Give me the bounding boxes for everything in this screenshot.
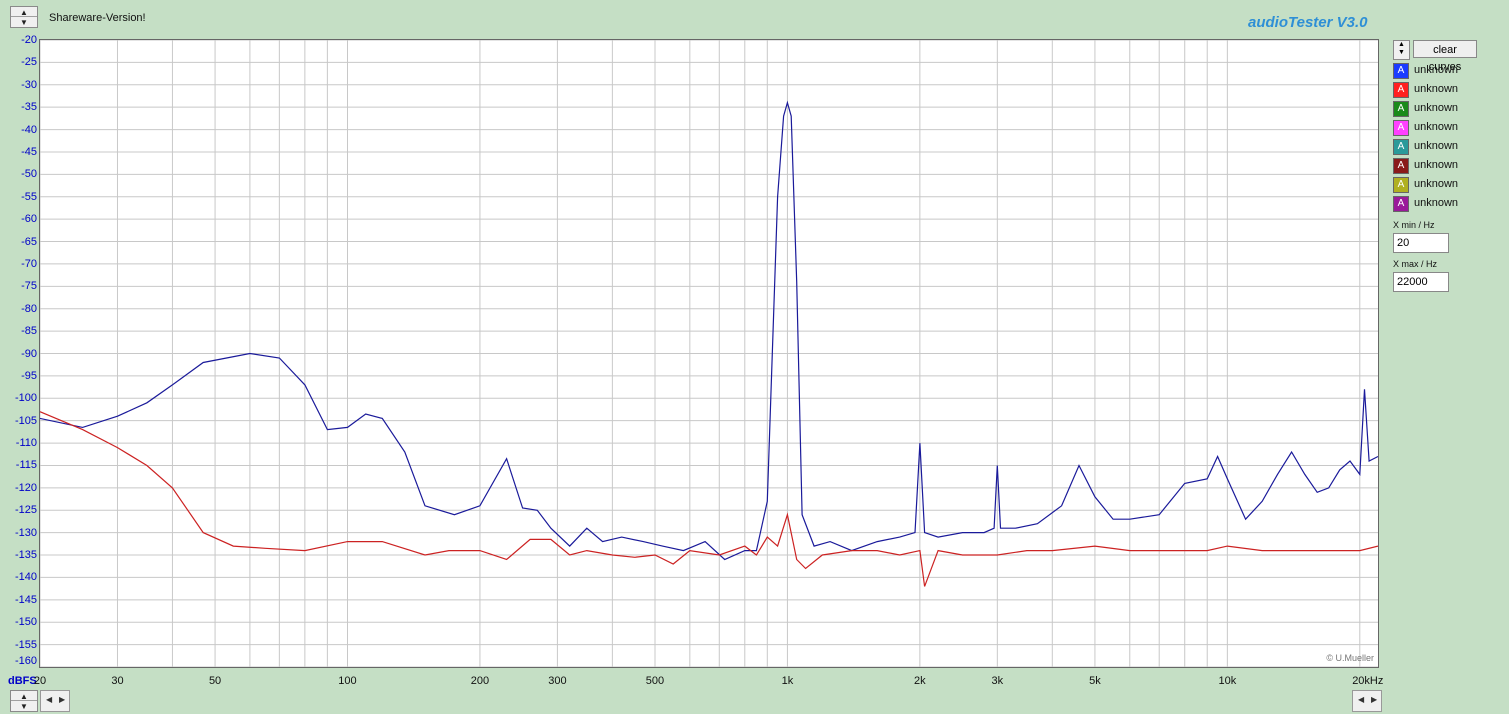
shareware-notice: Shareware-Version! xyxy=(49,12,146,24)
y-tick-label: -95 xyxy=(21,369,37,382)
x-tick-label: 100 xyxy=(338,675,357,687)
x-tick-label: 300 xyxy=(548,675,567,687)
curve-color-icon[interactable]: A xyxy=(1393,120,1409,136)
x-tick-label: 20 xyxy=(33,675,47,687)
spin-up-arrow-icon[interactable]: ▲ xyxy=(11,7,37,17)
scroll-left-icon[interactable]: ◀ xyxy=(46,695,52,704)
scroll-left-icon[interactable]: ◀ xyxy=(1358,695,1364,704)
spin-down-arrow-icon[interactable]: ▼ xyxy=(11,701,37,711)
y-tick-label: -90 xyxy=(21,347,37,360)
y-tick-label: -40 xyxy=(21,123,37,136)
curve-color-icon[interactable]: A xyxy=(1393,82,1409,98)
y-tick-label: -25 xyxy=(21,56,37,69)
scroll-right-icon[interactable]: ▶ xyxy=(1371,695,1377,704)
x-tick-label: 2k xyxy=(914,675,926,687)
x-tick-label: 500 xyxy=(645,675,665,687)
y-tick-label: -70 xyxy=(21,257,37,270)
y-tick-label: -60 xyxy=(21,213,37,226)
y-tick-label: -85 xyxy=(21,325,37,338)
curve-label: unknown xyxy=(1414,83,1459,95)
curve-select-spin[interactable]: ▲ ▼ xyxy=(1393,40,1410,60)
curve-label: unknown xyxy=(1414,197,1459,209)
y-tick-label: -100 xyxy=(14,392,37,405)
y-tick-label: -160 xyxy=(14,655,37,667)
spectrum-series-2 xyxy=(40,411,1378,587)
y-tick-label: -30 xyxy=(21,78,37,91)
curve-label: unknown xyxy=(1414,102,1459,114)
y-tick-label: -105 xyxy=(14,414,37,427)
curve-label: unknown xyxy=(1414,140,1459,152)
bottom-spin-control[interactable]: ▲ ▼ xyxy=(10,690,38,712)
y-tick-label: -65 xyxy=(21,235,37,248)
top-spin-control[interactable]: ▲ ▼ xyxy=(10,6,38,28)
copyright-label: © U.Mueller xyxy=(1326,653,1374,663)
xmax-input[interactable] xyxy=(1393,272,1449,292)
curve-color-icon[interactable]: A xyxy=(1393,158,1409,174)
y-tick-label: -125 xyxy=(14,504,37,517)
spin-up-arrow-icon[interactable]: ▲ xyxy=(11,691,37,701)
curve-color-icon[interactable]: A xyxy=(1393,63,1409,79)
y-tick-label: -135 xyxy=(14,549,37,562)
y-tick-label: -150 xyxy=(14,616,37,629)
curve-color-icon[interactable]: A xyxy=(1393,196,1409,212)
x-tick-label: 3k xyxy=(991,675,1004,687)
curve-color-icon[interactable]: A xyxy=(1393,177,1409,193)
y-unit-label: dBFS xyxy=(8,675,37,687)
curve-label: unknown xyxy=(1414,159,1459,171)
y-tick-label: -55 xyxy=(21,190,37,203)
y-tick-label: -20 xyxy=(21,34,37,46)
xmax-label: X max / Hz xyxy=(1393,259,1438,269)
spectrum-chart xyxy=(40,40,1378,667)
y-tick-label: -145 xyxy=(14,593,37,606)
curve-color-icon[interactable]: A xyxy=(1393,101,1409,117)
right-scroll-control[interactable]: ◀ ▶ xyxy=(1352,690,1382,712)
y-tick-label: -110 xyxy=(15,437,37,450)
x-tick-label: 5k xyxy=(1089,675,1101,687)
x-tick-label: 1k xyxy=(781,675,794,687)
y-tick-label: -120 xyxy=(14,481,37,494)
curve-label: unknown xyxy=(1414,64,1459,76)
clear-curves-button[interactable]: clear curves xyxy=(1413,40,1477,73)
y-tick-label: -35 xyxy=(21,101,37,114)
y-tick-label: -80 xyxy=(21,302,37,315)
y-tick-label: -130 xyxy=(14,526,37,539)
xmin-input[interactable] xyxy=(1393,233,1449,253)
y-tick-label: -140 xyxy=(14,571,37,584)
y-tick-label: -75 xyxy=(21,280,37,293)
x-tick-label: 10k xyxy=(1218,675,1237,687)
y-tick-label: -50 xyxy=(21,168,37,181)
y-tick-label: -155 xyxy=(14,638,37,651)
y-tick-label: -45 xyxy=(21,145,37,158)
y-tick-label: -115 xyxy=(15,459,37,472)
curve-label: unknown xyxy=(1414,178,1459,190)
x-tick-label: 200 xyxy=(470,675,490,687)
scroll-right-icon[interactable]: ▶ xyxy=(59,695,65,704)
curve-color-icon[interactable]: A xyxy=(1393,139,1409,155)
x-tick-label: 20kHz xyxy=(1352,675,1384,687)
left-scroll-control[interactable]: ◀ ▶ xyxy=(40,690,70,712)
app-brand-title: audioTester V3.0 xyxy=(1248,14,1368,31)
spin-down-arrow-icon[interactable]: ▼ xyxy=(11,17,37,27)
curve-label: unknown xyxy=(1414,121,1459,133)
x-tick-label: 30 xyxy=(111,675,124,687)
x-tick-label: 50 xyxy=(208,675,222,687)
spectrum-plot: © U.Mueller xyxy=(39,39,1379,668)
xmin-label: X min / Hz xyxy=(1393,220,1435,230)
